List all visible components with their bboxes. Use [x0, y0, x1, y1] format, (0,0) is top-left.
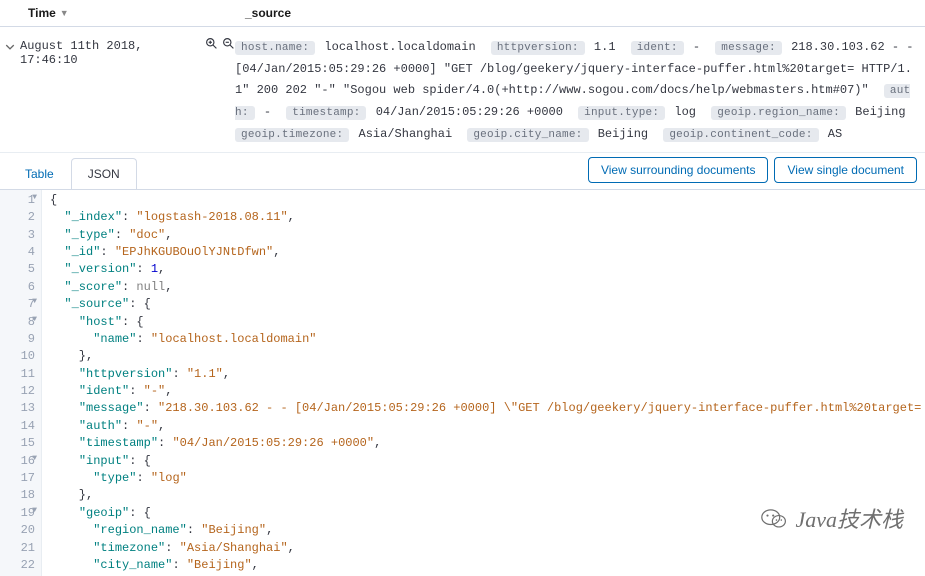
field-value: Beijing [855, 105, 905, 119]
header-time-label: Time [28, 6, 56, 20]
field-tag: geoip.continent_code: [663, 128, 818, 142]
detail-tabs: Table JSON [8, 158, 137, 188]
field-tag: host.name: [235, 41, 315, 55]
line-gutter: 1▼234567▼8▼910111213141516▼171819▼202122 [0, 190, 42, 576]
field-value: AS [828, 127, 842, 141]
field-tag: geoip.timezone: [235, 128, 349, 142]
table-header: Time ▼ _source [0, 0, 925, 27]
zoom-out-icon[interactable] [222, 37, 235, 54]
view-single-button[interactable]: View single document [774, 157, 917, 183]
watermark-text: Java技术栈 [795, 502, 903, 534]
field-tag: geoip.region_name: [711, 106, 846, 120]
header-time[interactable]: Time ▼ [0, 6, 235, 20]
tab-json[interactable]: JSON [71, 158, 137, 189]
zoom-in-icon[interactable] [205, 37, 218, 54]
field-value: localhost.localdomain [324, 40, 475, 54]
watermark: Java技术栈 [761, 502, 903, 534]
field-value: - [264, 105, 271, 119]
time-value: August 11th 2018, 17:46:10 [20, 37, 201, 67]
field-tag: httpversion: [491, 41, 585, 55]
field-value: Beijing [598, 127, 648, 141]
field-tag: timestamp: [286, 106, 366, 120]
sort-desc-icon: ▼ [60, 8, 69, 18]
field-tag: ident: [631, 41, 684, 55]
wechat-icon [761, 507, 787, 529]
field-tag: input.type: [578, 106, 665, 120]
log-row: August 11th 2018, 17:46:10 host.name: lo… [0, 27, 925, 153]
chevron-down-icon [5, 42, 15, 52]
field-value: 1.1 [594, 40, 616, 54]
field-value: log [674, 105, 696, 119]
detail-tabs-row: Table JSON View surrounding documents Vi… [0, 153, 925, 190]
source-cell: host.name: localhost.localdomain httpver… [235, 37, 925, 146]
tab-table[interactable]: Table [8, 158, 71, 189]
view-surrounding-button[interactable]: View surrounding documents [588, 157, 769, 183]
field-tag: message: [715, 41, 782, 55]
header-source[interactable]: _source [235, 6, 925, 20]
expand-toggle[interactable] [0, 37, 20, 146]
field-tag: geoip.city_name: [467, 128, 588, 142]
doc-buttons: View surrounding documents View single d… [588, 157, 917, 189]
field-value: - [693, 40, 700, 54]
time-cell: August 11th 2018, 17:46:10 [20, 37, 235, 146]
field-value: Asia/Shanghai [359, 127, 453, 141]
field-value: 04/Jan/2015:05:29:26 +0000 [376, 105, 563, 119]
